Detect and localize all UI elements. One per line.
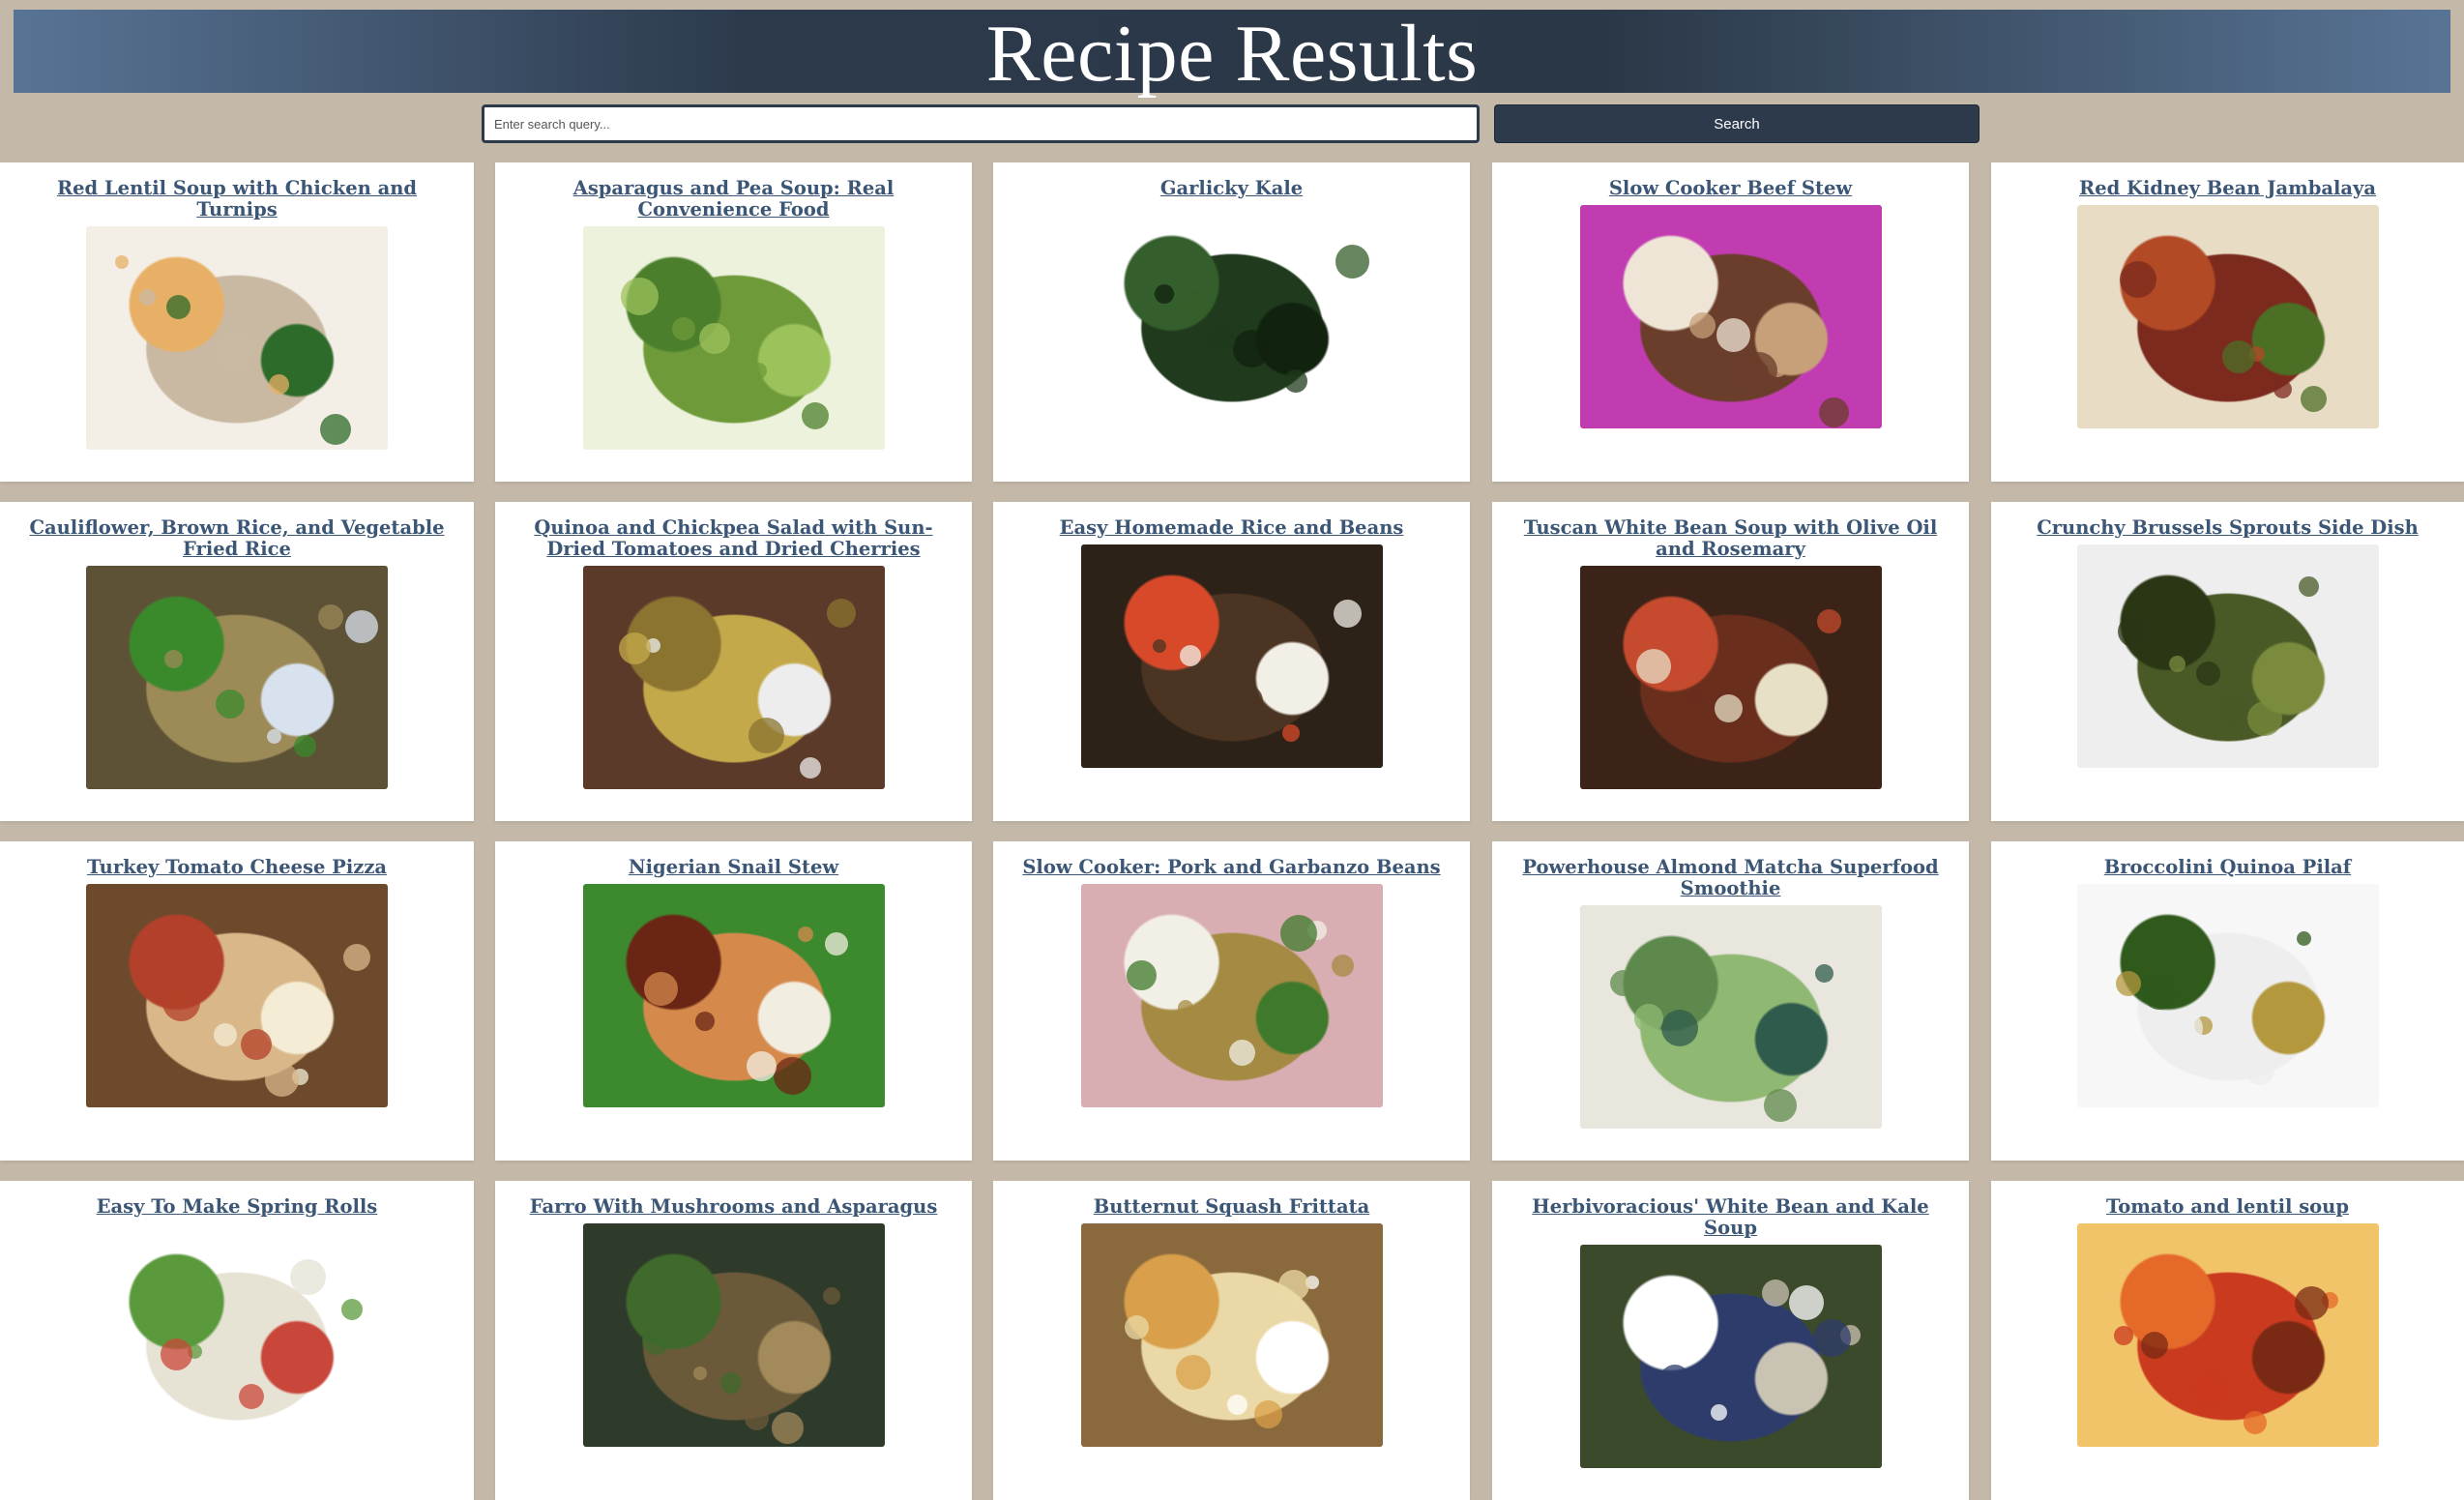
recipe-card: Butternut Squash Frittata	[993, 1181, 1470, 1500]
recipe-card: Nigerian Snail Stew	[495, 841, 972, 1161]
recipe-title-link[interactable]: Slow Cooker: Pork and Garbanzo Beans	[1007, 857, 1456, 878]
recipe-photo[interactable]	[1579, 205, 1882, 428]
recipe-title-link[interactable]: Crunchy Brussels Sprouts Side Dish	[2005, 517, 2450, 539]
recipe-photo[interactable]	[1080, 884, 1383, 1107]
recipe-title-link[interactable]: Tomato and lentil soup	[2005, 1196, 2450, 1218]
recipe-card: Broccolini Quinoa Pilaf	[1991, 841, 2464, 1161]
recipe-photo[interactable]	[86, 566, 388, 789]
recipe-photo[interactable]	[2076, 544, 2379, 768]
recipe-title-link[interactable]: Garlicky Kale	[1007, 178, 1456, 199]
page-title: Recipe Results	[985, 9, 1479, 99]
recipe-photo[interactable]	[582, 226, 885, 450]
recipe-card: Red Kidney Bean Jambalaya	[1991, 162, 2464, 482]
recipe-photo[interactable]	[1080, 1223, 1383, 1447]
recipe-card: Tomato and lentil soup	[1991, 1181, 2464, 1500]
recipe-title-link[interactable]: Herbivoracious' White Bean and Kale Soup	[1506, 1196, 1955, 1239]
search-input[interactable]	[482, 104, 1480, 143]
search-button[interactable]: Search	[1494, 104, 1980, 143]
recipe-photo[interactable]	[2076, 884, 2379, 1107]
recipe-card: Herbivoracious' White Bean and Kale Soup	[1492, 1181, 1969, 1500]
recipe-card: Asparagus and Pea Soup: Real Convenience…	[495, 162, 972, 482]
recipe-card: Slow Cooker: Pork and Garbanzo Beans	[993, 841, 1470, 1161]
recipe-photo[interactable]	[2076, 1223, 2379, 1447]
recipe-title-link[interactable]: Easy Homemade Rice and Beans	[1007, 517, 1456, 539]
recipe-card: Red Lentil Soup with Chicken and Turnips	[0, 162, 474, 482]
recipe-title-link[interactable]: Quinoa and Chickpea Salad with Sun-Dried…	[509, 517, 958, 560]
recipe-title-link[interactable]: Cauliflower, Brown Rice, and Vegetable F…	[14, 517, 460, 560]
page-header: Recipe Results	[14, 10, 2450, 99]
recipe-card: Farro With Mushrooms and Asparagus	[495, 1181, 972, 1500]
recipe-card: Tuscan White Bean Soup with Olive Oil an…	[1492, 502, 1969, 821]
recipe-photo[interactable]	[1080, 205, 1383, 428]
recipe-card: Easy Homemade Rice and Beans	[993, 502, 1470, 821]
recipe-title-link[interactable]: Farro With Mushrooms and Asparagus	[509, 1196, 958, 1218]
recipe-card: Quinoa and Chickpea Salad with Sun-Dried…	[495, 502, 972, 821]
recipe-title-link[interactable]: Turkey Tomato Cheese Pizza	[14, 857, 460, 878]
recipe-photo[interactable]	[2076, 205, 2379, 428]
recipe-title-link[interactable]: Tuscan White Bean Soup with Olive Oil an…	[1506, 517, 1955, 560]
recipe-title-link[interactable]: Nigerian Snail Stew	[509, 857, 958, 878]
recipe-card: Turkey Tomato Cheese Pizza	[0, 841, 474, 1161]
recipe-photo[interactable]	[1579, 566, 1882, 789]
recipe-title-link[interactable]: Red Kidney Bean Jambalaya	[2005, 178, 2450, 199]
recipe-card: Cauliflower, Brown Rice, and Vegetable F…	[0, 502, 474, 821]
recipe-title-link[interactable]: Powerhouse Almond Matcha Superfood Smoot…	[1506, 857, 1955, 899]
recipe-title-link[interactable]: Butternut Squash Frittata	[1007, 1196, 1456, 1218]
recipe-card: Slow Cooker Beef Stew	[1492, 162, 1969, 482]
search-bar: Search	[482, 104, 1982, 143]
recipe-photo[interactable]	[1579, 1245, 1882, 1468]
recipe-photo[interactable]	[582, 566, 885, 789]
recipe-photo[interactable]	[86, 1223, 388, 1447]
recipe-photo[interactable]	[1579, 905, 1882, 1129]
recipe-title-link[interactable]: Easy To Make Spring Rolls	[14, 1196, 460, 1218]
recipe-title-link[interactable]: Red Lentil Soup with Chicken and Turnips	[14, 178, 460, 221]
recipe-card: Garlicky Kale	[993, 162, 1470, 482]
recipe-title-link[interactable]: Slow Cooker Beef Stew	[1506, 178, 1955, 199]
recipe-card: Crunchy Brussels Sprouts Side Dish	[1991, 502, 2464, 821]
recipe-photo[interactable]	[86, 226, 388, 450]
recipe-title-link[interactable]: Broccolini Quinoa Pilaf	[2005, 857, 2450, 878]
recipe-card: Easy To Make Spring Rolls	[0, 1181, 474, 1500]
recipe-photo[interactable]	[86, 884, 388, 1107]
recipe-photo[interactable]	[1080, 544, 1383, 768]
recipe-title-link[interactable]: Asparagus and Pea Soup: Real Convenience…	[509, 178, 958, 221]
recipe-card: Powerhouse Almond Matcha Superfood Smoot…	[1492, 841, 1969, 1161]
recipe-photo[interactable]	[582, 884, 885, 1107]
recipe-photo[interactable]	[582, 1223, 885, 1447]
